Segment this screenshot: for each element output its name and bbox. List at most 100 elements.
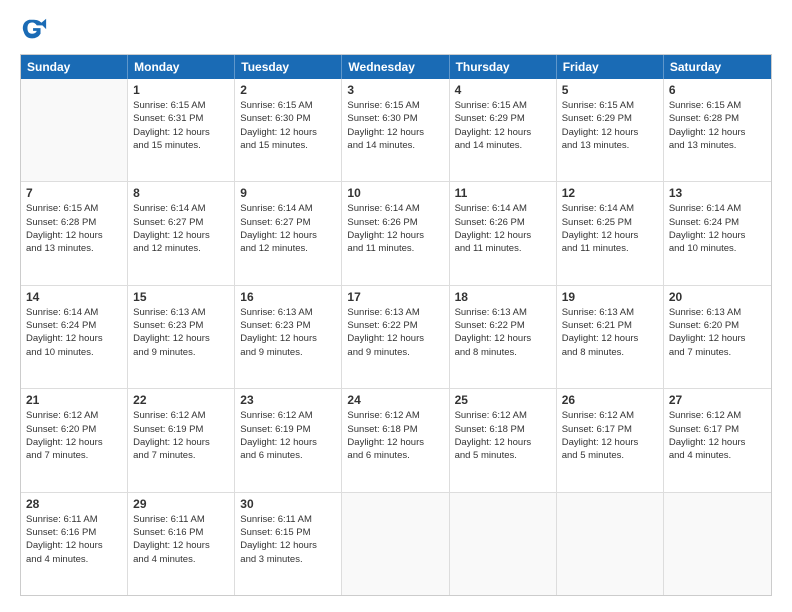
day-number: 29 xyxy=(133,497,229,511)
calendar-row-5: 28 Sunrise: 6:11 AM Sunset: 6:16 PM Dayli… xyxy=(21,493,771,595)
day-cell-17: 17 Sunrise: 6:13 AM Sunset: 6:22 PM Dayli… xyxy=(342,286,449,388)
day-number: 1 xyxy=(133,83,229,97)
calendar-body: 1Sunrise: 6:15 AM Sunset: 6:31 PM Daylig… xyxy=(21,79,771,595)
day-info: Sunrise: 6:12 AM Sunset: 6:18 PM Dayligh… xyxy=(455,409,551,462)
day-info: Sunrise: 6:12 AM Sunset: 6:17 PM Dayligh… xyxy=(562,409,658,462)
day-cell-23: 23 Sunrise: 6:12 AM Sunset: 6:19 PM Dayli… xyxy=(235,389,342,491)
day-info: Sunrise: 6:13 AM Sunset: 6:23 PM Dayligh… xyxy=(240,306,336,359)
day-info: Sunrise: 6:12 AM Sunset: 6:18 PM Dayligh… xyxy=(347,409,443,462)
day-info: Sunrise: 6:12 AM Sunset: 6:20 PM Dayligh… xyxy=(26,409,122,462)
day-cell-8: 8 Sunrise: 6:14 AM Sunset: 6:27 PM Daylig… xyxy=(128,182,235,284)
logo-icon xyxy=(20,16,48,44)
day-number: 12 xyxy=(562,186,658,200)
day-info: Sunrise: 6:14 AM Sunset: 6:26 PM Dayligh… xyxy=(347,202,443,255)
day-cell-12: 12 Sunrise: 6:14 AM Sunset: 6:25 PM Dayli… xyxy=(557,182,664,284)
day-cell-27: 27 Sunrise: 6:12 AM Sunset: 6:17 PM Dayli… xyxy=(664,389,771,491)
day-cell-5: 5Sunrise: 6:15 AM Sunset: 6:29 PM Daylig… xyxy=(557,79,664,181)
day-cell-11: 11 Sunrise: 6:14 AM Sunset: 6:26 PM Dayli… xyxy=(450,182,557,284)
day-number: 3 xyxy=(347,83,443,97)
day-number: 2 xyxy=(240,83,336,97)
day-cell-19: 19 Sunrise: 6:13 AM Sunset: 6:21 PM Dayli… xyxy=(557,286,664,388)
day-info: Sunrise: 6:12 AM Sunset: 6:17 PM Dayligh… xyxy=(669,409,766,462)
day-cell-1: 1Sunrise: 6:15 AM Sunset: 6:31 PM Daylig… xyxy=(128,79,235,181)
day-info: Sunrise: 6:13 AM Sunset: 6:20 PM Dayligh… xyxy=(669,306,766,359)
header-day-tuesday: Tuesday xyxy=(235,55,342,79)
header-day-monday: Monday xyxy=(128,55,235,79)
day-number: 16 xyxy=(240,290,336,304)
logo xyxy=(20,16,52,44)
day-cell-29: 29 Sunrise: 6:11 AM Sunset: 6:16 PM Dayli… xyxy=(128,493,235,595)
header-day-saturday: Saturday xyxy=(664,55,771,79)
day-info: Sunrise: 6:15 AM Sunset: 6:28 PM Dayligh… xyxy=(26,202,122,255)
day-info: Sunrise: 6:15 AM Sunset: 6:30 PM Dayligh… xyxy=(240,99,336,152)
day-number: 17 xyxy=(347,290,443,304)
day-info: Sunrise: 6:14 AM Sunset: 6:25 PM Dayligh… xyxy=(562,202,658,255)
day-number: 11 xyxy=(455,186,551,200)
day-number: 18 xyxy=(455,290,551,304)
day-number: 19 xyxy=(562,290,658,304)
day-info: Sunrise: 6:14 AM Sunset: 6:24 PM Dayligh… xyxy=(26,306,122,359)
calendar-row-1: 1Sunrise: 6:15 AM Sunset: 6:31 PM Daylig… xyxy=(21,79,771,182)
day-info: Sunrise: 6:12 AM Sunset: 6:19 PM Dayligh… xyxy=(133,409,229,462)
day-cell-25: 25 Sunrise: 6:12 AM Sunset: 6:18 PM Dayli… xyxy=(450,389,557,491)
day-number: 14 xyxy=(26,290,122,304)
day-cell-20: 20 Sunrise: 6:13 AM Sunset: 6:20 PM Dayli… xyxy=(664,286,771,388)
day-cell-empty-4-6 xyxy=(664,493,771,595)
day-info: Sunrise: 6:11 AM Sunset: 6:15 PM Dayligh… xyxy=(240,513,336,566)
day-cell-10: 10 Sunrise: 6:14 AM Sunset: 6:26 PM Dayli… xyxy=(342,182,449,284)
header-day-wednesday: Wednesday xyxy=(342,55,449,79)
day-cell-4: 4 Sunrise: 6:15 AM Sunset: 6:29 PM Daylig… xyxy=(450,79,557,181)
day-cell-26: 26 Sunrise: 6:12 AM Sunset: 6:17 PM Dayli… xyxy=(557,389,664,491)
day-cell-16: 16 Sunrise: 6:13 AM Sunset: 6:23 PM Dayli… xyxy=(235,286,342,388)
day-number: 10 xyxy=(347,186,443,200)
day-number: 22 xyxy=(133,393,229,407)
header-day-friday: Friday xyxy=(557,55,664,79)
header-day-thursday: Thursday xyxy=(450,55,557,79)
day-info: Sunrise: 6:15 AM Sunset: 6:29 PM Dayligh… xyxy=(562,99,658,152)
day-number: 24 xyxy=(347,393,443,407)
day-number: 28 xyxy=(26,497,122,511)
day-info: Sunrise: 6:14 AM Sunset: 6:26 PM Dayligh… xyxy=(455,202,551,255)
day-cell-22: 22 Sunrise: 6:12 AM Sunset: 6:19 PM Dayli… xyxy=(128,389,235,491)
day-info: Sunrise: 6:12 AM Sunset: 6:19 PM Dayligh… xyxy=(240,409,336,462)
day-info: Sunrise: 6:14 AM Sunset: 6:27 PM Dayligh… xyxy=(133,202,229,255)
day-number: 20 xyxy=(669,290,766,304)
day-info: Sunrise: 6:13 AM Sunset: 6:21 PM Dayligh… xyxy=(562,306,658,359)
day-cell-7: 7Sunrise: 6:15 AM Sunset: 6:28 PM Daylig… xyxy=(21,182,128,284)
day-info: Sunrise: 6:11 AM Sunset: 6:16 PM Dayligh… xyxy=(133,513,229,566)
day-cell-14: 14 Sunrise: 6:14 AM Sunset: 6:24 PM Dayli… xyxy=(21,286,128,388)
day-cell-24: 24 Sunrise: 6:12 AM Sunset: 6:18 PM Dayli… xyxy=(342,389,449,491)
day-cell-empty-4-4 xyxy=(450,493,557,595)
day-info: Sunrise: 6:11 AM Sunset: 6:16 PM Dayligh… xyxy=(26,513,122,566)
day-number: 4 xyxy=(455,83,551,97)
calendar-row-4: 21 Sunrise: 6:12 AM Sunset: 6:20 PM Dayli… xyxy=(21,389,771,492)
day-cell-3: 3Sunrise: 6:15 AM Sunset: 6:30 PM Daylig… xyxy=(342,79,449,181)
day-number: 6 xyxy=(669,83,766,97)
day-cell-21: 21 Sunrise: 6:12 AM Sunset: 6:20 PM Dayli… xyxy=(21,389,128,491)
calendar-row-2: 7Sunrise: 6:15 AM Sunset: 6:28 PM Daylig… xyxy=(21,182,771,285)
day-cell-2: 2 Sunrise: 6:15 AM Sunset: 6:30 PM Daylig… xyxy=(235,79,342,181)
day-cell-empty-0-0 xyxy=(21,79,128,181)
day-number: 26 xyxy=(562,393,658,407)
day-cell-empty-4-5 xyxy=(557,493,664,595)
day-number: 13 xyxy=(669,186,766,200)
day-info: Sunrise: 6:13 AM Sunset: 6:22 PM Dayligh… xyxy=(347,306,443,359)
calendar-header: SundayMondayTuesdayWednesdayThursdayFrid… xyxy=(21,55,771,79)
day-info: Sunrise: 6:13 AM Sunset: 6:23 PM Dayligh… xyxy=(133,306,229,359)
day-number: 15 xyxy=(133,290,229,304)
day-number: 30 xyxy=(240,497,336,511)
day-number: 25 xyxy=(455,393,551,407)
day-cell-28: 28 Sunrise: 6:11 AM Sunset: 6:16 PM Dayli… xyxy=(21,493,128,595)
day-cell-15: 15 Sunrise: 6:13 AM Sunset: 6:23 PM Dayli… xyxy=(128,286,235,388)
day-number: 9 xyxy=(240,186,336,200)
day-cell-9: 9Sunrise: 6:14 AM Sunset: 6:27 PM Daylig… xyxy=(235,182,342,284)
day-cell-6: 6 Sunrise: 6:15 AM Sunset: 6:28 PM Daylig… xyxy=(664,79,771,181)
day-cell-30: 30 Sunrise: 6:11 AM Sunset: 6:15 PM Dayli… xyxy=(235,493,342,595)
day-number: 8 xyxy=(133,186,229,200)
day-number: 21 xyxy=(26,393,122,407)
day-info: Sunrise: 6:15 AM Sunset: 6:29 PM Dayligh… xyxy=(455,99,551,152)
day-info: Sunrise: 6:13 AM Sunset: 6:22 PM Dayligh… xyxy=(455,306,551,359)
day-info: Sunrise: 6:15 AM Sunset: 6:28 PM Dayligh… xyxy=(669,99,766,152)
day-number: 23 xyxy=(240,393,336,407)
day-number: 27 xyxy=(669,393,766,407)
